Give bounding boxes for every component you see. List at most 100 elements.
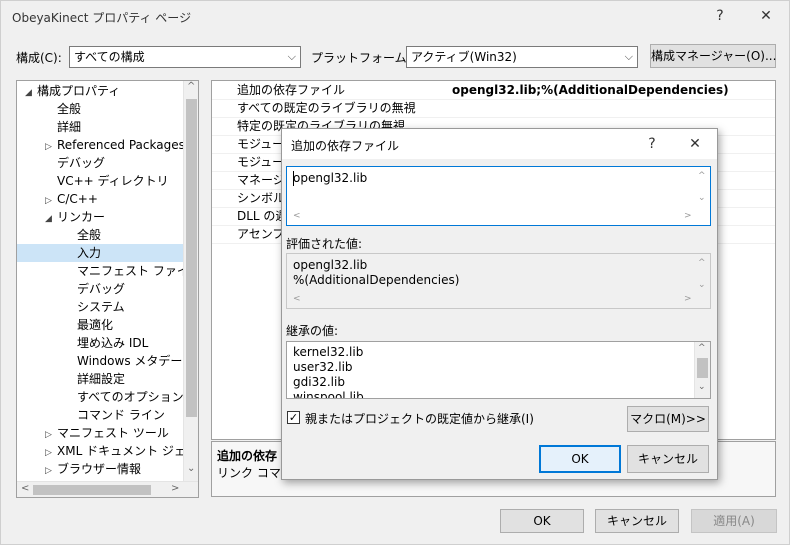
tree-item[interactable]: システム <box>17 298 183 316</box>
tree-item[interactable]: ◢ リンカー <box>17 208 183 226</box>
inherited-values-list: kernel32.lib user32.lib gdi32.lib winspo… <box>286 341 711 399</box>
apply-button[interactable]: 適用(A) <box>691 509 777 533</box>
tree-item-label: Windows メタデータ <box>77 354 195 368</box>
config-label: 構成(C): <box>16 51 62 65</box>
tree-item-label: VC++ ディレクトリ <box>57 174 169 188</box>
tree-item-label: デバッグ <box>77 282 126 296</box>
tree-item-label: 入力 <box>77 246 102 260</box>
scroll-left-icon[interactable]: < <box>293 211 301 221</box>
scroll-down-icon[interactable]: ⌄ <box>698 280 706 290</box>
ok-button[interactable]: OK <box>500 509 584 533</box>
tree-item-label: 全般 <box>77 228 102 242</box>
property-tree: ◢ 構成プロパティ 全般 詳細 ▷ Referenced Packages デバッグ VC++… <box>16 80 199 498</box>
scroll-right-icon[interactable]: > <box>684 211 692 221</box>
config-select-value: すべての構成 <box>74 50 145 64</box>
scroll-down-icon[interactable]: ⌄ <box>698 193 706 203</box>
property-name: 追加の依存ファイル <box>237 83 346 97</box>
tree-scroll-thumb[interactable] <box>186 99 197 417</box>
scroll-down-icon[interactable]: ⌄ <box>698 382 706 392</box>
inherited-line: gdi32.lib <box>293 375 345 389</box>
description-title: 追加の依存 <box>217 449 278 463</box>
dialog-cancel-button[interactable]: キャンセル <box>627 445 709 473</box>
inherited-scroll-thumb[interactable] <box>697 358 708 378</box>
tree-item[interactable]: Windows メタデータ <box>17 352 194 370</box>
inherited-scrollbar[interactable]: ^ ⌄ <box>694 342 710 398</box>
dependencies-input-value[interactable]: opengl32.lib <box>293 171 367 186</box>
tree-item-label: 全般 <box>57 102 82 116</box>
property-row[interactable]: 追加の依存ファイル opengl32.lib;%(AdditionalDepend… <box>212 82 775 100</box>
property-name: すべての既定のライブラリの無視 <box>237 101 416 115</box>
inherit-checkbox[interactable]: ✓ <box>287 411 300 424</box>
scroll-right-icon[interactable]: > <box>171 483 179 494</box>
inherited-line: kernel32.lib <box>293 345 364 359</box>
scroll-up-icon[interactable]: ^ <box>698 343 706 353</box>
tree-item-label: デバッグ <box>57 156 106 170</box>
platform-select-value: アクティブ(Win32) <box>411 50 517 64</box>
scroll-left-icon[interactable]: < <box>293 294 301 304</box>
text-caret <box>293 171 294 186</box>
additional-dependencies-dialog: 追加の依存ファイル ? ✕ opengl32.lib ^ ⌄ < > 評価された… <box>281 128 718 480</box>
inherited-line: user32.lib <box>293 360 353 374</box>
tree-item[interactable]: マニフェスト ファイル <box>17 262 198 280</box>
tree-item[interactable]: 最適化 <box>17 316 183 334</box>
tree-item-label: すべてのオプション <box>77 390 184 404</box>
dialog-help-button[interactable]: ? <box>642 136 662 152</box>
tree-item[interactable]: 詳細 <box>17 118 183 136</box>
dialog-close-button[interactable]: ✕ <box>685 136 705 152</box>
tree-item[interactable]: コマンド ライン <box>17 406 183 424</box>
tree-item-label: 埋め込み IDL <box>77 336 149 350</box>
tree-item[interactable]: 全般 <box>17 100 183 118</box>
tree-item[interactable]: 入力 <box>17 244 183 262</box>
chevron-down-icon: ⌵ <box>624 50 633 63</box>
tree-item[interactable]: 詳細設定 <box>17 370 183 388</box>
dependencies-input[interactable]: opengl32.lib ^ ⌄ < > <box>286 166 711 226</box>
evaluated-label: 評価された値: <box>286 237 363 251</box>
inherited-line: winspool.lib <box>293 390 364 399</box>
tree-item[interactable]: 全般 <box>17 226 183 244</box>
evaluated-line: opengl32.lib <box>293 258 368 272</box>
tree-item[interactable]: ▷XML ドキュメント ジェネレー <box>17 442 198 460</box>
collapsed-arrow-icon[interactable]: ▷ <box>45 462 57 480</box>
tree-item[interactable]: ▷ マニフェスト ツール <box>17 424 183 442</box>
close-button[interactable]: ✕ <box>756 8 776 24</box>
tree-item[interactable]: ▷ ブラウザー情報 <box>17 460 183 478</box>
dialog-ok-button[interactable]: OK <box>539 445 621 473</box>
platform-select[interactable]: アクティブ(Win32) ⌵ <box>406 46 638 68</box>
scroll-right-icon[interactable]: > <box>684 294 692 304</box>
scroll-left-icon[interactable]: < <box>21 483 29 494</box>
tree-item[interactable]: デバッグ <box>17 280 183 298</box>
macro-button[interactable]: マクロ(M)>> <box>627 406 709 432</box>
property-value[interactable]: opengl32.lib;%(AdditionalDependencies) <box>452 82 729 99</box>
tree-vertical-scrollbar[interactable]: ^ ⌄ <box>183 81 198 481</box>
tree-item-label: コマンド ライン <box>77 408 165 422</box>
dialog-title: 追加の依存ファイル <box>291 139 400 153</box>
tree-item[interactable]: すべてのオプション <box>17 388 184 406</box>
tree-hscroll-thumb[interactable] <box>33 485 151 495</box>
tree-item-label: マニフェスト ツール <box>57 426 169 440</box>
tree-item-label: マニフェスト ファイル <box>77 264 199 278</box>
scroll-up-icon[interactable]: ^ <box>698 171 706 181</box>
tree-item[interactable]: ◢ 構成プロパティ <box>17 82 183 100</box>
tree-item[interactable]: ▷ C/C++ <box>17 190 183 208</box>
inherit-checkbox-label[interactable]: 親またはプロジェクトの既定値から継承(I) <box>305 410 534 427</box>
tree-horizontal-scrollbar[interactable]: < > <box>17 481 198 497</box>
tree-item-label: ブラウザー情報 <box>57 462 142 476</box>
scroll-up-icon[interactable]: ^ <box>187 81 195 92</box>
tree-item-label: 構成プロパティ <box>37 84 121 98</box>
config-select[interactable]: すべての構成 ⌵ <box>69 46 301 68</box>
window-title: ObeyaKinect プロパティ ページ <box>12 11 192 25</box>
tree-item[interactable]: ▷ Referenced Packages <box>17 136 185 154</box>
scroll-up-icon[interactable]: ^ <box>698 258 706 268</box>
tree-item[interactable]: 埋め込み IDL <box>17 334 183 352</box>
inherited-label: 継承の値: <box>286 324 339 338</box>
tree-item-label: リンカー <box>57 210 106 224</box>
tree-item-label: 詳細 <box>57 120 82 134</box>
scroll-down-icon[interactable]: ⌄ <box>187 463 195 474</box>
evaluated-line: %(AdditionalDependencies) <box>293 273 460 287</box>
config-manager-button[interactable]: 構成マネージャー(O)... <box>650 44 776 68</box>
tree-item[interactable]: デバッグ <box>17 154 183 172</box>
cancel-button[interactable]: キャンセル <box>595 509 679 533</box>
help-button[interactable]: ? <box>710 8 730 24</box>
tree-item[interactable]: VC++ ディレクトリ <box>17 172 183 190</box>
property-row[interactable]: すべての既定のライブラリの無視 <box>212 100 775 118</box>
